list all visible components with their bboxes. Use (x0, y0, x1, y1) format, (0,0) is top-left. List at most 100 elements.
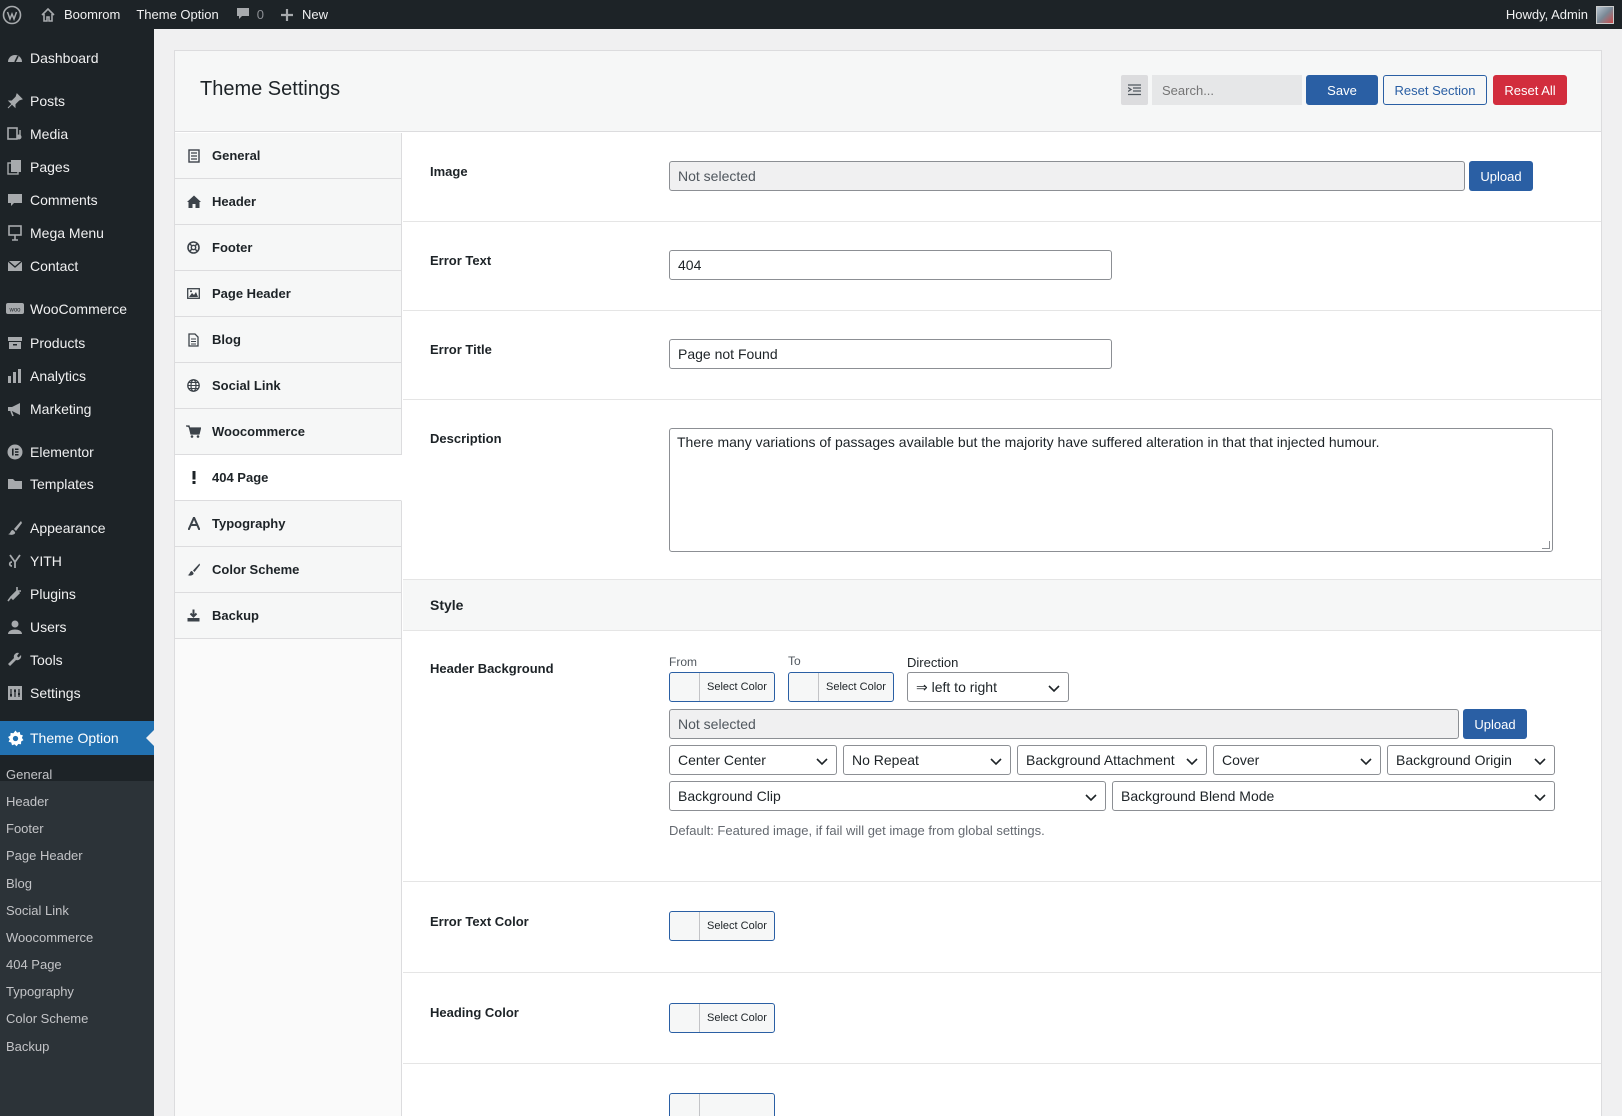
tab-woocommerce[interactable]: Woocommerce (175, 409, 401, 455)
new-content-link[interactable]: New (272, 0, 336, 29)
sidebar-item-label: WooCommerce (30, 301, 127, 317)
submenu-item-header[interactable]: Header (6, 790, 49, 812)
sidebar-item-elementor[interactable]: Elementor (0, 435, 154, 469)
error-text-label: Error Text (430, 253, 492, 268)
wordpress-logo-button[interactable] (0, 0, 32, 29)
upload-button[interactable]: Upload (1469, 161, 1533, 191)
sidebar-item-dashboard[interactable]: Dashboard (0, 41, 154, 75)
next-field-row (403, 1064, 1601, 1116)
error-text-input[interactable]: 404 (669, 250, 1112, 280)
background-upload-button[interactable]: Upload (1463, 709, 1527, 739)
sidebar-item-label: Comments (30, 192, 98, 208)
error-text-field-row: Error Text 404 (403, 222, 1601, 311)
submenu-item-typography[interactable]: Typography (6, 980, 74, 1002)
admin-bar: Boomrom Theme Option 0 New Howdy, Admin (0, 0, 1622, 29)
sidebar-item-templates[interactable]: Templates (0, 467, 154, 501)
site-name-link[interactable]: Boomrom (32, 0, 128, 29)
submenu-item-backup[interactable]: Backup (6, 1035, 49, 1057)
background-image-input[interactable]: Not selected (669, 709, 1459, 739)
background-origin-select[interactable]: Background Origin (1387, 745, 1555, 775)
tab-blog[interactable]: Blog (175, 317, 401, 363)
submenu-item-404-page[interactable]: 404 Page (6, 953, 62, 975)
submenu-item-woocommerce[interactable]: Woocommerce (6, 926, 93, 948)
submenu-item-color-scheme[interactable]: Color Scheme (6, 1007, 88, 1029)
background-blend-mode-value: Background Blend Mode (1121, 788, 1275, 804)
bar-chart-icon (0, 368, 30, 384)
submenu-item-blog[interactable]: Blog (6, 872, 32, 894)
tab-404-page[interactable]: 404 Page (175, 455, 402, 501)
style-section-title: Style (430, 597, 464, 613)
comments-link[interactable]: 0 (227, 0, 272, 29)
reset-section-button[interactable]: Reset Section (1383, 75, 1487, 105)
error-text-color-button[interactable]: Select Color (669, 911, 775, 941)
submenu-item-general[interactable]: General (6, 763, 52, 785)
sidebar-item-comments[interactable]: Comments (0, 183, 154, 217)
admin-sidebar: Dashboard Posts Media Pages Comments Meg… (0, 29, 154, 1116)
background-size-select[interactable]: Cover (1213, 745, 1381, 775)
sidebar-item-label: Tools (30, 652, 63, 668)
sidebar-item-tools[interactable]: Tools (0, 643, 154, 677)
description-textarea[interactable]: There many variations of passages availa… (669, 428, 1553, 552)
tab-color-scheme[interactable]: Color Scheme (175, 547, 401, 593)
heading-color-button[interactable]: Select Color (669, 1003, 775, 1033)
submenu-item-social-link[interactable]: Social Link (6, 899, 69, 921)
sidebar-item-products[interactable]: Products (0, 326, 154, 360)
sidebar-item-label: Appearance (30, 520, 106, 536)
sidebar-item-users[interactable]: Users (0, 610, 154, 644)
error-title-input[interactable]: Page not Found (669, 339, 1112, 369)
tab-header[interactable]: Header (175, 179, 401, 225)
comment-icon (0, 192, 30, 208)
gear-icon (0, 730, 30, 747)
theme-option-link[interactable]: Theme Option (128, 0, 226, 29)
description-text: There many variations of passages availa… (677, 434, 1380, 450)
tab-social-link[interactable]: Social Link (175, 363, 401, 409)
next-color-button[interactable] (669, 1093, 775, 1116)
expand-toggle-button[interactable] (1121, 75, 1148, 105)
tab-page-header[interactable]: Page Header (175, 271, 401, 317)
save-button[interactable]: Save (1306, 75, 1378, 105)
tab-footer[interactable]: Footer (175, 225, 401, 271)
header-background-field-row: Header Background From To Direction Sele… (403, 631, 1601, 882)
background-repeat-select[interactable]: No Repeat (843, 745, 1011, 775)
direction-select[interactable]: ⇒ left to right (907, 672, 1069, 702)
to-color-button[interactable]: Select Color (788, 672, 894, 702)
error-title-field-row: Error Title Page not Found (403, 311, 1601, 400)
sidebar-item-media[interactable]: Media (0, 117, 154, 151)
background-attachment-select[interactable]: Background Attachment (1017, 745, 1207, 775)
folder-icon (0, 476, 30, 492)
color-swatch (670, 1004, 700, 1032)
mega-menu-icon (0, 225, 30, 241)
direction-label: Direction (907, 655, 959, 670)
brush-icon (0, 520, 30, 536)
sidebar-item-mega-menu[interactable]: Mega Menu (0, 216, 154, 250)
sidebar-item-plugins[interactable]: Plugins (0, 577, 154, 611)
sidebar-item-marketing[interactable]: Marketing (0, 392, 154, 426)
sidebar-item-contact[interactable]: Contact (0, 249, 154, 283)
sidebar-item-woocommerce[interactable]: woo WooCommerce (0, 292, 154, 326)
header-background-label: Header Background (430, 661, 554, 676)
reset-all-button[interactable]: Reset All (1493, 75, 1567, 105)
submenu-item-footer[interactable]: Footer (6, 817, 44, 839)
image-url-input[interactable]: Not selected (669, 161, 1465, 191)
background-blend-mode-select[interactable]: Background Blend Mode (1112, 781, 1555, 811)
search-input[interactable] (1152, 75, 1302, 105)
account-menu[interactable]: Howdy, Admin (1498, 0, 1622, 29)
megaphone-icon (0, 401, 30, 417)
sidebar-item-theme-option[interactable]: Theme Option (0, 721, 154, 755)
sidebar-item-analytics[interactable]: Analytics (0, 359, 154, 393)
sidebar-item-appearance[interactable]: Appearance (0, 511, 154, 545)
tab-general[interactable]: General (175, 133, 401, 179)
sidebar-item-settings[interactable]: Settings (0, 676, 154, 710)
site-name-label: Boomrom (64, 7, 121, 22)
submenu-item-page-header[interactable]: Page Header (6, 844, 83, 866)
sidebar-item-pages[interactable]: Pages (0, 150, 154, 184)
sidebar-item-yith[interactable]: YITH (0, 544, 154, 578)
tab-backup[interactable]: Backup (175, 593, 401, 639)
from-color-button[interactable]: Select Color (669, 672, 775, 702)
tab-typography[interactable]: Typography (175, 501, 401, 547)
sidebar-item-posts[interactable]: Posts (0, 84, 154, 118)
background-clip-select[interactable]: Background Clip (669, 781, 1106, 811)
background-position-select[interactable]: Center Center (669, 745, 837, 775)
resize-handle[interactable] (1542, 541, 1550, 549)
background-position-value: Center Center (678, 752, 766, 768)
